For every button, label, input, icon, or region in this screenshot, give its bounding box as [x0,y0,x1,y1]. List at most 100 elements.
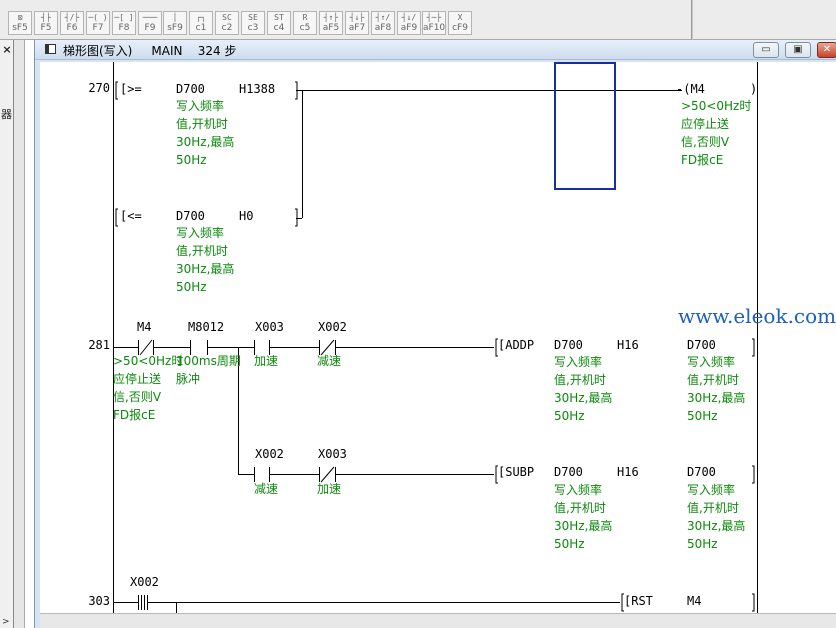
contact-m4-comment-2: 应停止送 [113,372,162,386]
dock-tab-label[interactable]: 器 [0,106,13,126]
toolbar-button-f8[interactable]: ─[ ] F8 [112,11,136,35]
cmp-270-comment-4: 50Hz [176,153,207,167]
cmp-270-comment-1: 写入频率 [176,99,225,113]
subp-d-comment-1: 写入频率 [687,483,736,497]
coil-m4-close: ) [750,82,758,96]
toolbar-button-f9[interactable]: ─── F9 [138,11,162,35]
toolbar-button-af9[interactable]: ┤↓/aF9 [397,11,421,35]
toolbar-button-f5[interactable]: ┤├ F5 [34,11,58,35]
branch-x002-comment: 减速 [254,482,279,496]
contact-m4-comment-4: FD报cE [113,408,156,422]
ladder-diagram-canvas[interactable]: 270 281 303 [>= D700 H1388 写入频率 值,开机时 30… [40,62,836,613]
cmp-270-comment-3: 30Hz,最高 [176,135,235,149]
ladder-document-icon [45,44,56,54]
close-button[interactable]: ✕ [817,42,836,58]
addp-instruction: [ADDP [498,338,535,352]
coil-m4-comment-4: FD报cE [681,153,724,167]
addp-d-comment-2: 值,开机时 [687,373,739,387]
toolbar-button-c4[interactable]: ST c4 [267,11,291,35]
toolbar-key-label: F8 [118,23,130,33]
contact-m4-device: M4 [137,320,152,334]
dock-close-icon[interactable]: × [1,44,13,56]
toolbar-button-cf9[interactable]: XcF9 [448,11,472,35]
toolbar-key-label: aF10 [423,23,446,33]
step-number-303: 303 [88,594,110,608]
toolbar-button-c2[interactable]: SC c2 [215,11,239,35]
toolbar-glyph-icon: R [302,13,308,22]
toolbar-key-label: c5 [299,23,311,33]
contact-m8012-device: M8012 [188,320,225,334]
toolbar-glyph-icon: ┤↓/ [401,13,417,22]
dock-expand-icon[interactable]: > [2,617,10,627]
window-title: 梯形图(写入) MAIN 324 步 [63,44,237,58]
toolbar-key-label: c3 [247,23,259,33]
toolbar-button-sf9[interactable]: │ sF9 [163,11,187,35]
toolbar-glyph-icon: │ [172,13,178,22]
contact-x002-comment: 减速 [317,354,342,368]
cmp-270b-s2: H0 [239,209,254,223]
dock-scrollbar[interactable] [14,40,25,628]
branch-x003-device: X003 [318,447,347,461]
coil-m4-comment-1: >50<0Hz时 [681,99,752,113]
contact-m4-comment-3: 信,否则V [113,390,162,404]
cmp-270-s2: H1388 [239,82,276,96]
watermark-text: www.eleok.com [678,304,836,328]
subp-d: D700 [687,465,716,479]
cmp-270-open-bracket [115,81,118,100]
restore-button[interactable]: ▣ [785,42,811,58]
toolbar-button-sf5[interactable]: ⊠ sF5 [8,11,32,35]
toolbar-button-c3[interactable]: SE c3 [241,11,265,35]
addp-d-comment-4: 50Hz [687,409,718,423]
minimize-button[interactable]: ▭ [753,42,779,58]
window-titlebar[interactable]: 梯形图(写入) MAIN 324 步 ▭ ▣ ✕ [35,40,836,60]
toolbar-button-af5[interactable]: ┤↑├ aF5 [319,11,343,35]
branch-x003-comment: 加速 [317,482,342,496]
subp-s1: D700 [554,465,583,479]
cmp-270b-comment-1: 写入频率 [176,226,225,240]
toolbar-glyph-icon: ┌┐ [196,13,206,22]
subp-d-comment-4: 50Hz [687,537,718,551]
toolbar-button-af10[interactable]: ┤─├ aF10 [422,11,446,35]
contact-m8012-comment-1: 100ms周期 [176,354,241,368]
toolbar-key-label: F5 [40,23,52,33]
toolbar-key-label: aF7 [348,23,366,33]
toolbar-key-label: aF8 [374,23,392,33]
toolbar-glyph-icon: ST [274,13,284,22]
toolbar-button-af8[interactable]: ┤↑/aF8 [371,11,395,35]
toolbar-key-label: sF5 [12,23,28,33]
cmp-270b-comment-3: 30Hz,最高 [176,262,235,276]
contact-x003-comment: 加速 [254,354,279,368]
addp-s1: D700 [554,338,583,352]
addp-s1-comment-4: 50Hz [554,409,585,423]
horizontal-scrollbar[interactable] [40,613,836,628]
subp-s1-comment-1: 写入频率 [554,483,603,497]
addp-s1-comment-3: 30Hz,最高 [554,391,613,405]
subp-s1-comment-2: 值,开机时 [554,501,606,515]
cmp-270-comment-2: 值,开机时 [176,117,228,131]
toolbar-glyph-icon: ┤↑├ [323,13,339,22]
toolbar-glyph-icon: ┤├ [41,13,51,22]
toolbar-glyph-icon: ─── [142,13,158,22]
toolbar-button-c5[interactable]: Rc5 [293,11,317,35]
subp-s2: H16 [617,465,639,479]
toolbar-key-label: F6 [66,23,78,33]
contact-303-x002-device: X002 [130,575,159,589]
step-number-281: 281 [88,338,110,352]
toolbar-glyph-icon: SC [222,13,232,22]
toolbar-glyph-icon: ⊠ [17,13,23,22]
toolbar-button-af7[interactable]: ┤↓├ aF7 [345,11,369,35]
toolbar-glyph-icon: ─( ) [88,13,108,22]
addp-d: D700 [687,338,716,352]
subp-s1-comment-3: 30Hz,最高 [554,519,613,533]
toolbar-glyph-icon: ┤↑/ [375,13,391,22]
toolbar-button-c1[interactable]: ┌┐ c1 [189,11,213,35]
toolbar-separator [691,0,693,40]
coil-m4-comment-2: 应停止送 [681,117,730,131]
project-dock: × 器 > [0,40,14,628]
coil-m4-comment-3: 信,否则V [681,135,730,149]
toolbar-button-f7[interactable]: ─( ) F7 [86,11,110,35]
ladder-toolbar: ⊠ sF5 ┤├ F5 ┤/├ F6 ─( ) F7 ─[ ] F8 ─── F9 │ sF9 ┌┐ c1 SC… [0,0,836,40]
toolbar-button-f6[interactable]: ┤/├ F6 [60,11,84,35]
toolbar-key-label: c1 [195,23,207,33]
contact-x002-device: X002 [318,320,347,334]
